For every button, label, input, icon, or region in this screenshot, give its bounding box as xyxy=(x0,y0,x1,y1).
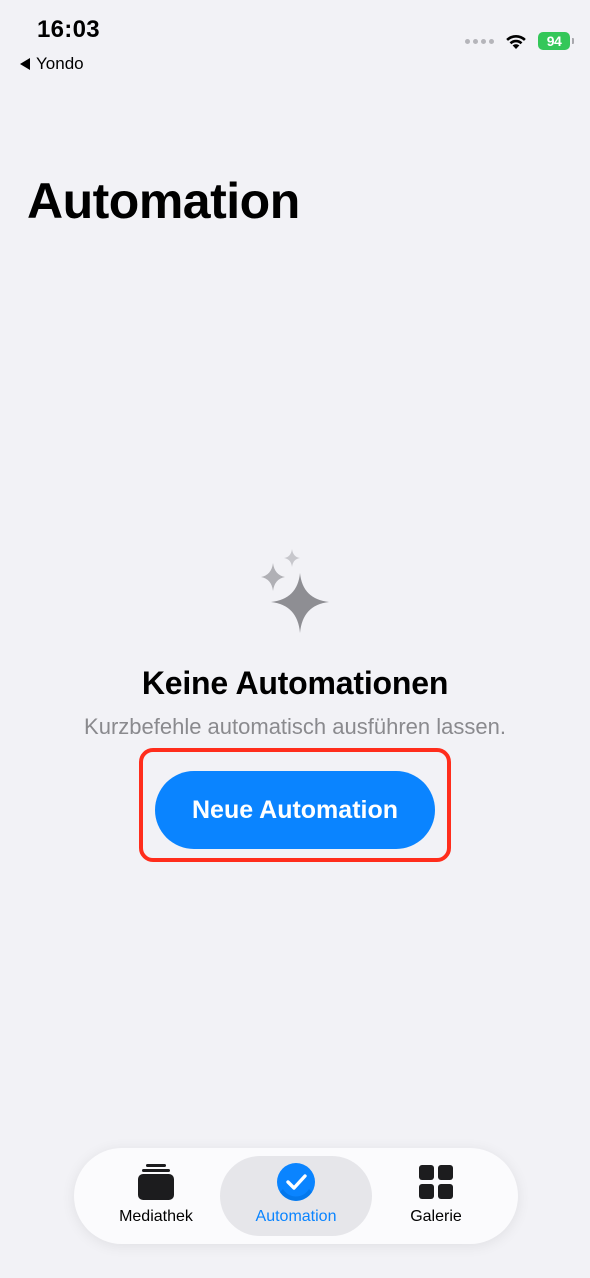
stack-icon xyxy=(138,1164,174,1200)
back-app-label: Yondo xyxy=(36,54,84,73)
tab-label: Mediathek xyxy=(119,1208,193,1225)
page-title: Automation xyxy=(27,173,300,229)
tab-automation[interactable]: Automation xyxy=(220,1156,372,1236)
grid-icon xyxy=(419,1165,453,1199)
tab-bar: Mediathek Automation Galerie xyxy=(74,1148,518,1244)
tab-galerie[interactable]: Galerie xyxy=(374,1156,498,1236)
sparkles-icon xyxy=(261,549,329,633)
empty-state: Keine Automationen Kurzbefehle automatis… xyxy=(0,545,590,740)
back-to-app-link[interactable]: Yondo xyxy=(20,54,84,74)
battery-icon: 94 xyxy=(538,32,574,50)
tab-label: Automation xyxy=(255,1208,337,1225)
empty-state-title: Keine Automationen xyxy=(141,665,449,701)
status-time: 16:03 xyxy=(37,16,100,43)
status-bar: 16:03 Yondo 94 xyxy=(0,0,590,80)
new-automation-button[interactable]: Neue Automation xyxy=(155,771,435,849)
tab-label: Galerie xyxy=(410,1208,462,1225)
back-arrow-icon xyxy=(20,58,30,70)
status-indicators: 94 xyxy=(465,32,574,50)
battery-level: 94 xyxy=(546,33,562,49)
checkmark-clock-icon xyxy=(277,1163,315,1201)
cellular-signal-icon xyxy=(465,38,494,44)
tab-mediathek[interactable]: Mediathek xyxy=(94,1156,218,1236)
empty-state-subtitle: Kurzbefehle automatisch ausführen lassen… xyxy=(84,714,506,739)
wifi-icon xyxy=(506,34,526,49)
